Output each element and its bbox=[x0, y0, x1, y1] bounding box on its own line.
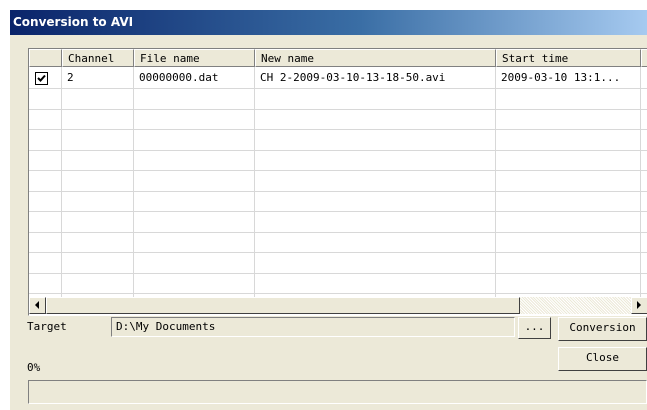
browse-button[interactable]: ... bbox=[518, 317, 551, 339]
header-check[interactable] bbox=[29, 49, 62, 67]
arrow-left-icon bbox=[35, 301, 39, 309]
header-new-name[interactable]: New name bbox=[255, 49, 496, 67]
close-button[interactable]: Close bbox=[558, 347, 647, 371]
conversion-button[interactable]: Conversion bbox=[558, 317, 647, 341]
target-path-field[interactable]: D:\My Documents bbox=[111, 317, 515, 337]
grid-line bbox=[29, 88, 647, 89]
grid-line bbox=[29, 191, 647, 192]
conversion-dialog: Conversion to AVI Channel File name New … bbox=[10, 10, 647, 410]
file-list[interactable]: Channel File name New name Start time 2 … bbox=[28, 48, 647, 316]
grid-line bbox=[29, 129, 647, 130]
cell-channel: 2 bbox=[67, 71, 74, 84]
progress-label: 0% bbox=[27, 361, 41, 374]
target-label: Target bbox=[27, 320, 67, 333]
horizontal-scrollbar[interactable] bbox=[29, 297, 647, 314]
header-channel[interactable]: Channel bbox=[62, 49, 134, 67]
scroll-right-button[interactable] bbox=[631, 297, 647, 314]
title-bar: Conversion to AVI bbox=[10, 10, 647, 35]
header-start-time[interactable]: Start time bbox=[496, 49, 641, 67]
grid-line bbox=[495, 67, 496, 297]
row-checkbox[interactable] bbox=[35, 72, 48, 85]
grid-line bbox=[254, 67, 255, 297]
header-extra[interactable] bbox=[641, 49, 647, 67]
scroll-left-button[interactable] bbox=[29, 297, 46, 314]
arrow-right-icon bbox=[637, 301, 641, 309]
grid-line bbox=[133, 67, 134, 297]
grid-line bbox=[29, 170, 647, 171]
grid-line bbox=[29, 150, 647, 151]
cell-new-name: CH 2-2009-03-10-13-18-50.avi bbox=[260, 71, 446, 84]
grid-line bbox=[29, 252, 647, 253]
grid-line bbox=[640, 67, 641, 297]
table-row[interactable]: 2 00000000.dat CH 2-2009-03-10-13-18-50.… bbox=[29, 68, 647, 88]
window-title: Conversion to AVI bbox=[13, 15, 134, 29]
list-header: Channel File name New name Start time bbox=[29, 49, 647, 67]
scroll-thumb[interactable] bbox=[46, 297, 520, 314]
grid-line bbox=[29, 109, 647, 110]
header-file-name[interactable]: File name bbox=[134, 49, 255, 67]
cell-file-name: 00000000.dat bbox=[139, 71, 219, 84]
checkmark-icon bbox=[37, 74, 46, 82]
cell-start-time: 2009-03-10 13:1... bbox=[501, 71, 621, 84]
grid-line bbox=[29, 293, 647, 294]
grid-line bbox=[61, 67, 62, 297]
grid-line bbox=[29, 273, 647, 274]
grid-line bbox=[29, 232, 647, 233]
progress-bar bbox=[28, 380, 647, 404]
grid-line bbox=[29, 211, 647, 212]
